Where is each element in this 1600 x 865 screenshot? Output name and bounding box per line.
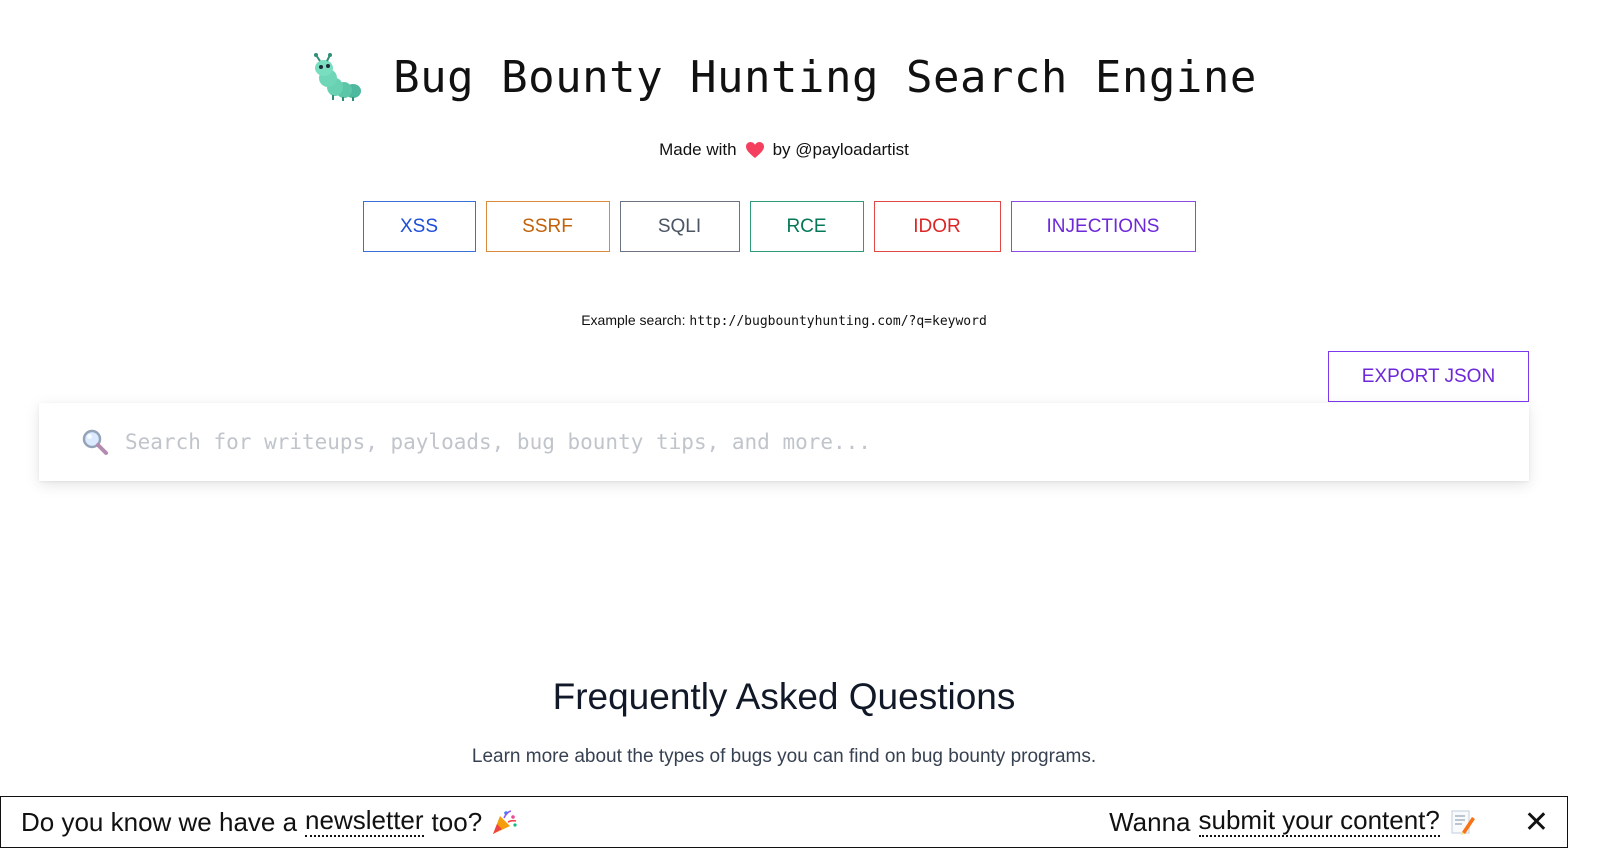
category-sqli-button[interactable]: SQLI: [619, 201, 740, 252]
category-buttons: XSS SSRF SQLI RCE IDOR INJECTIONS: [0, 201, 1558, 252]
page-title: Bug Bounty Hunting Search Engine: [393, 52, 1257, 103]
heart-icon: [745, 142, 764, 158]
author-label: by @payloadartist: [772, 140, 909, 159]
header: Bug Bounty Hunting Search Engine: [0, 52, 1568, 103]
category-injections-button[interactable]: INJECTIONS: [1010, 201, 1196, 252]
search-icon: [82, 429, 108, 455]
example-url: http://bugbountyhunting.com/?q=keyword: [689, 314, 987, 329]
export-json-button[interactable]: EXPORT JSON: [1328, 351, 1529, 402]
banner-right: Wanna submit your content? ✕: [1109, 805, 1549, 840]
category-rce-button[interactable]: RCE: [749, 201, 864, 252]
example-label: Example search:: [581, 312, 686, 328]
close-icon[interactable]: ✕: [1524, 805, 1549, 840]
newsletter-banner: Do you know we have a newsletter too? Wa…: [0, 796, 1568, 848]
example-search: Example search: http://bugbountyhunting.…: [0, 312, 1568, 329]
banner-right-text: Wanna: [1109, 806, 1191, 837]
category-ssrf-button[interactable]: SSRF: [485, 201, 610, 252]
faq-subtitle: Learn more about the types of bugs you c…: [471, 746, 1097, 767]
made-with-label: Made with: [659, 140, 737, 159]
banner-left: Do you know we have a newsletter too?: [21, 807, 518, 838]
credit-line: Made with by @payloadartist: [0, 140, 1568, 160]
page: Bug Bounty Hunting Search Engine Made wi…: [0, 0, 1600, 865]
search-bar: [39, 403, 1529, 481]
category-idor-button[interactable]: IDOR: [873, 201, 1001, 252]
banner-left-suffix: too?: [431, 806, 483, 837]
faq-title: Frequently Asked Questions: [552, 676, 1016, 717]
search-input[interactable]: [125, 412, 1529, 472]
submit-content-link[interactable]: submit your content?: [1198, 807, 1440, 837]
memo-icon: [1451, 810, 1475, 835]
category-xss-button[interactable]: XSS: [362, 201, 476, 252]
newsletter-link[interactable]: newsletter: [305, 807, 424, 837]
party-popper-icon: [493, 810, 517, 834]
caterpillar-icon: [314, 52, 362, 101]
banner-left-text: Do you know we have a: [21, 806, 298, 837]
